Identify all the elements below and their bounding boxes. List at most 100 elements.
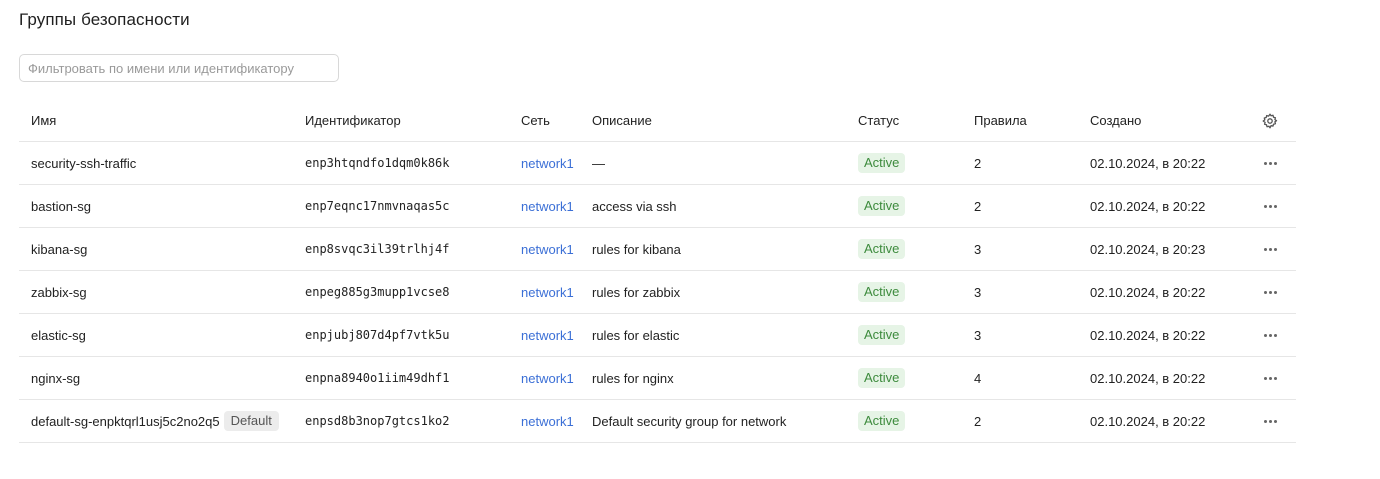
row-actions-button[interactable]: [1259, 271, 1281, 313]
table-row[interactable]: bastion-sg enp7eqnc17nmvnaqas5c network1…: [19, 185, 1296, 228]
created-date: 02.10.2024, в 20:22: [1090, 284, 1206, 300]
row-actions-button[interactable]: [1259, 314, 1281, 356]
column-header-created[interactable]: Создано: [1090, 100, 1141, 141]
rules-count: 3: [974, 284, 982, 300]
group-id: enpjubj807d4pf7vtk5u: [305, 328, 450, 342]
column-header-status[interactable]: Статус: [858, 100, 899, 141]
table-header: Имя Идентификатор Сеть Описание Статус П…: [19, 100, 1296, 142]
network-cell: network1: [521, 314, 574, 356]
group-id: enpna8940o1iim49dhf1: [305, 371, 450, 385]
status-badge: Active: [858, 153, 906, 173]
rules-count: 2: [974, 155, 982, 171]
status-badge: Active: [858, 196, 906, 216]
more-horizontal-icon[interactable]: [1262, 330, 1279, 341]
network-link[interactable]: network1: [521, 328, 574, 343]
table-row[interactable]: zabbix-sg enpeg885g3mupp1vcse8 network1 …: [19, 271, 1296, 314]
status-cell: Active: [858, 400, 906, 442]
row-actions-button[interactable]: [1259, 142, 1281, 184]
status-cell: Active: [858, 271, 906, 313]
network-link[interactable]: network1: [521, 242, 574, 257]
group-description: Default security group for network: [592, 413, 787, 429]
row-actions-button[interactable]: [1259, 400, 1281, 442]
status-badge: Active: [858, 411, 906, 431]
row-actions-button[interactable]: [1259, 357, 1281, 399]
group-name[interactable]: kibana-sg: [31, 242, 87, 257]
created-date: 02.10.2024, в 20:22: [1090, 370, 1206, 386]
created-date: 02.10.2024, в 20:22: [1090, 155, 1206, 171]
network-link[interactable]: network1: [521, 414, 574, 429]
group-name[interactable]: default-sg-enpktqrl1usj5c2no2q5: [31, 414, 220, 429]
name-cell: bastion-sg: [31, 185, 91, 227]
column-header-description[interactable]: Описание: [592, 100, 652, 141]
more-horizontal-icon[interactable]: [1262, 287, 1279, 298]
more-horizontal-icon[interactable]: [1262, 201, 1279, 212]
name-cell: security-ssh-traffic: [31, 142, 136, 184]
status-cell: Active: [858, 357, 906, 399]
status-badge: Active: [858, 239, 906, 259]
status-badge: Active: [858, 282, 906, 302]
group-description: —: [592, 155, 605, 171]
network-cell: network1: [521, 185, 574, 227]
group-id: enpsd8b3nop7gtcs1ko2: [305, 414, 450, 428]
status-badge: Active: [858, 368, 906, 388]
security-groups-table: Имя Идентификатор Сеть Описание Статус П…: [19, 100, 1296, 443]
name-cell: zabbix-sg: [31, 271, 87, 313]
group-id: enp7eqnc17nmvnaqas5c: [305, 199, 450, 213]
created-date: 02.10.2024, в 20:22: [1090, 413, 1206, 429]
created-date: 02.10.2024, в 20:23: [1090, 241, 1206, 257]
name-cell: elastic-sg: [31, 314, 86, 356]
more-horizontal-icon[interactable]: [1262, 158, 1279, 169]
network-cell: network1: [521, 271, 574, 313]
table-row[interactable]: elastic-sg enpjubj807d4pf7vtk5u network1…: [19, 314, 1296, 357]
row-actions-button[interactable]: [1259, 228, 1281, 270]
table-row[interactable]: nginx-sg enpna8940o1iim49dhf1 network1 r…: [19, 357, 1296, 400]
more-horizontal-icon[interactable]: [1262, 416, 1279, 427]
rules-count: 4: [974, 370, 982, 386]
rules-count: 2: [974, 198, 982, 214]
more-horizontal-icon[interactable]: [1262, 373, 1279, 384]
group-id: enp8svqc3il39trlhj4f: [305, 242, 450, 256]
group-id: enpeg885g3mupp1vcse8: [305, 285, 450, 299]
gear-icon[interactable]: [1262, 113, 1278, 129]
default-badge: Default: [223, 411, 279, 431]
group-name[interactable]: nginx-sg: [31, 371, 80, 386]
column-header-name[interactable]: Имя: [31, 100, 56, 141]
group-name[interactable]: bastion-sg: [31, 199, 91, 214]
status-cell: Active: [858, 185, 906, 227]
rules-count: 2: [974, 413, 982, 429]
rules-count: 3: [974, 241, 982, 257]
table-settings-button[interactable]: [1259, 100, 1281, 141]
name-cell: kibana-sg: [31, 228, 87, 270]
row-actions-button[interactable]: [1259, 185, 1281, 227]
page-title: Группы безопасности: [19, 10, 190, 29]
group-description: rules for zabbix: [592, 284, 681, 300]
group-description: rules for kibana: [592, 241, 681, 257]
network-link[interactable]: network1: [521, 371, 574, 386]
network-link[interactable]: network1: [521, 199, 574, 214]
group-description: rules for nginx: [592, 370, 674, 386]
network-cell: network1: [521, 400, 574, 442]
table-row[interactable]: kibana-sg enp8svqc3il39trlhj4f network1 …: [19, 228, 1296, 271]
network-link[interactable]: network1: [521, 285, 574, 300]
status-badge: Active: [858, 325, 906, 345]
column-header-rules[interactable]: Правила: [974, 100, 1027, 141]
status-cell: Active: [858, 314, 906, 356]
network-cell: network1: [521, 228, 574, 270]
rules-count: 3: [974, 327, 982, 343]
column-header-id[interactable]: Идентификатор: [305, 100, 401, 141]
column-header-network[interactable]: Сеть: [521, 100, 550, 141]
group-name[interactable]: security-ssh-traffic: [31, 156, 136, 171]
created-date: 02.10.2024, в 20:22: [1090, 327, 1206, 343]
filter-input[interactable]: [19, 54, 339, 82]
name-cell: nginx-sg: [31, 357, 80, 399]
created-date: 02.10.2024, в 20:22: [1090, 198, 1206, 214]
group-name[interactable]: elastic-sg: [31, 328, 86, 343]
network-link[interactable]: network1: [521, 156, 574, 171]
table-row[interactable]: security-ssh-traffic enp3htqndfo1dqm0k86…: [19, 142, 1296, 185]
table-row[interactable]: default-sg-enpktqrl1usj5c2no2q5 Default …: [19, 400, 1296, 443]
group-name[interactable]: zabbix-sg: [31, 285, 87, 300]
group-description: rules for elastic: [592, 327, 680, 343]
status-cell: Active: [858, 228, 906, 270]
group-description: access via ssh: [592, 198, 677, 214]
more-horizontal-icon[interactable]: [1262, 244, 1279, 255]
